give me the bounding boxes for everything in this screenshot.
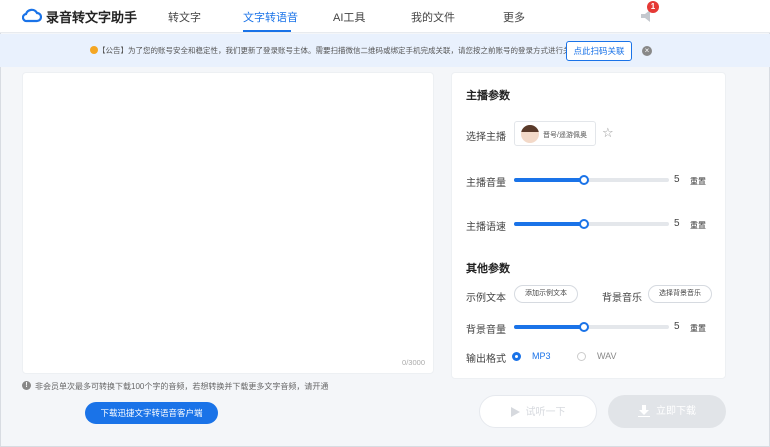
format-wav-radio[interactable] [577, 352, 586, 361]
select-anchor-label: 选择主播 [466, 132, 506, 143]
notification-badge: 1 [647, 1, 659, 13]
settings-panel: 主播参数 选择主播 晋号/遥游佩奥 ☆ 主播音量 5 重置 主播语速 5 重置 … [451, 72, 726, 379]
nav-text-to-speech[interactable]: 文字转语音 [243, 9, 298, 25]
top-nav-bar: 录音转文字助手 转文字 文字转语音 AI工具 我的文件 更多 1 [0, 0, 770, 33]
anchor-avatar [521, 125, 539, 143]
info-icon: ! [22, 381, 31, 390]
announcement-bar: 【公告】为了您的账号安全和稳定性，我们更新了登录账号主体。需要扫描微信二维码或绑… [0, 34, 770, 67]
slider-thumb[interactable] [578, 219, 589, 229]
download-label: 立即下载 [656, 406, 696, 417]
format-mp3-label[interactable]: MP3 [532, 351, 551, 361]
speed-slider[interactable] [514, 219, 669, 229]
select-bg-music-button[interactable]: 选择背景音乐 [648, 285, 712, 303]
bg-volume-reset-button[interactable]: 重置 [690, 323, 706, 334]
cloud-logo-icon [22, 8, 42, 23]
anchor-name: 晋号/遥游佩奥 [543, 132, 587, 139]
speed-label: 主播语速 [466, 222, 506, 233]
download-now-button[interactable]: 立即下载 [608, 395, 726, 428]
bg-volume-slider[interactable] [514, 322, 669, 332]
add-sample-text-button[interactable]: 添加示例文本 [514, 285, 578, 303]
download-icon [638, 405, 650, 418]
format-mp3-radio[interactable] [512, 352, 521, 361]
nav-my-files[interactable]: 我的文件 [411, 9, 455, 25]
active-tab-indicator [243, 30, 291, 32]
slider-thumb[interactable] [578, 175, 589, 185]
anchor-selector[interactable]: 晋号/遥游佩奥 [514, 121, 596, 146]
anchor-params-title: 主播参数 [466, 90, 510, 102]
preview-listen-button[interactable]: 试听一下 [479, 395, 597, 428]
volume-label: 主播音量 [466, 178, 506, 189]
nav-ai-tools[interactable]: AI工具 [333, 9, 365, 25]
play-icon [510, 407, 520, 418]
bg-music-label: 背景音乐 [602, 293, 642, 304]
star-icon[interactable]: ☆ [602, 125, 614, 141]
bg-volume-value: 5 [674, 321, 680, 332]
sample-text-label: 示例文本 [466, 293, 506, 304]
volume-reset-button[interactable]: 重置 [690, 176, 706, 187]
member-limit-tip: 非会员单次最多可转换下载100个字的音频，若想转换并下载更多文字音频，请开通 [35, 382, 329, 391]
close-icon[interactable]: × [642, 46, 652, 56]
volume-value: 5 [674, 174, 680, 185]
bg-volume-label: 背景音量 [466, 325, 506, 336]
listen-label: 试听一下 [525, 407, 566, 418]
download-client-button[interactable]: 下载迅捷文字转语音客户端 [85, 402, 218, 424]
announcement-icon [90, 46, 98, 54]
nav-more[interactable]: 更多 [503, 9, 525, 25]
output-format-label: 输出格式 [466, 354, 506, 365]
volume-slider[interactable] [514, 175, 669, 185]
speed-value: 5 [674, 218, 680, 229]
text-input-area[interactable]: 0/3000 [22, 72, 434, 374]
char-counter: 0/3000 [402, 358, 425, 367]
other-params-title: 其他参数 [466, 263, 510, 275]
slider-thumb[interactable] [578, 322, 589, 332]
speed-reset-button[interactable]: 重置 [690, 220, 706, 231]
nav-transcribe[interactable]: 转文字 [168, 9, 201, 25]
format-wav-label[interactable]: WAV [597, 351, 617, 361]
announcement-text: 【公告】为了您的账号安全和稳定性，我们更新了登录账号主体。需要扫描微信二维码或绑… [98, 46, 586, 55]
scan-link-button[interactable]: 点此扫码关联 [566, 41, 632, 61]
app-title: 录音转文字助手 [46, 10, 138, 25]
